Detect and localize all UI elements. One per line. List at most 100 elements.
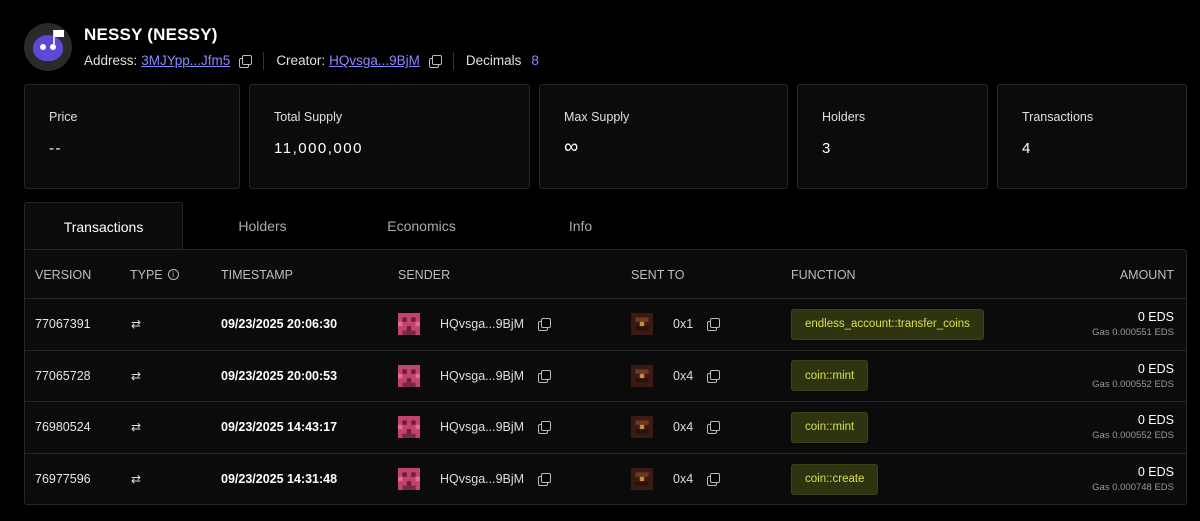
gas-value: Gas 0.000552 EDS	[1092, 378, 1174, 390]
function-badge[interactable]: coin::mint	[791, 411, 869, 443]
type-arrows-icon: ⇄	[131, 420, 142, 435]
row-sent-to[interactable]: 0x4	[631, 351, 721, 402]
tab-info[interactable]: Info	[501, 202, 660, 250]
tab-bar: Transactions Holders Economics Info	[24, 202, 660, 250]
stat-transactions: Transactions 4	[997, 84, 1187, 189]
gas-value: Gas 0.000748 EDS	[1092, 481, 1174, 493]
col-sent-to: SENT TO	[631, 267, 685, 282]
row-amount: 0 EDS Gas 0.000748 EDS	[1092, 465, 1174, 493]
stat-max-supply: Max Supply ∞	[539, 84, 788, 189]
copy-sender-icon[interactable]	[538, 318, 552, 332]
row-sender[interactable]: HQvsga...9BjM	[398, 299, 552, 350]
row-sender[interactable]: HQvsga...9BjM	[398, 402, 552, 453]
stat-value: 11,000,000	[274, 140, 363, 157]
copy-recipient-icon[interactable]	[707, 421, 721, 435]
copy-recipient-icon[interactable]	[707, 369, 721, 383]
stat-value: 4	[1022, 140, 1032, 157]
row-sent-to[interactable]: 0x4	[631, 402, 721, 453]
address-link[interactable]: 3MJYpp...Jfm5	[141, 53, 230, 68]
decimals-value: 8	[531, 53, 539, 68]
table-row[interactable]: 77065728 ⇄ 09/23/2025 20:00:53 HQvsga...…	[25, 351, 1186, 402]
sender-address[interactable]: HQvsga...9BjM	[440, 420, 524, 434]
function-badge[interactable]: coin::create	[791, 463, 879, 495]
sender-avatar-icon	[398, 313, 420, 336]
type-arrows-icon: ⇄	[131, 368, 142, 383]
row-version[interactable]: 76977596	[35, 454, 91, 505]
row-amount: 0 EDS Gas 0.000552 EDS	[1092, 413, 1174, 441]
decimals-label: Decimals	[465, 53, 522, 68]
token-title: NESSY (NESSY)	[84, 24, 218, 44]
row-timestamp: 09/23/2025 14:31:48	[221, 472, 338, 487]
row-timestamp: 09/23/2025 20:06:30	[221, 317, 338, 332]
copy-recipient-icon[interactable]	[707, 473, 721, 487]
row-function: coin::mint	[791, 402, 869, 453]
recipient-address[interactable]: 0x4	[673, 472, 693, 486]
amount-value: 0 EDS	[1137, 361, 1174, 376]
stat-label: Transactions	[1022, 110, 1094, 124]
tab-holders[interactable]: Holders	[183, 202, 342, 250]
creator-link[interactable]: HQvsga...9BjM	[329, 53, 420, 68]
row-version[interactable]: 76980524	[35, 402, 91, 453]
sender-address[interactable]: HQvsga...9BjM	[440, 317, 524, 331]
stat-value: ∞	[564, 136, 580, 158]
sender-avatar-icon	[398, 416, 420, 439]
function-badge[interactable]: endless_account::transfer_coins	[791, 308, 984, 340]
info-icon[interactable]: i	[167, 269, 179, 280]
stat-label: Price	[49, 110, 78, 124]
stat-value: 3	[822, 140, 832, 157]
stat-holders: Holders 3	[797, 84, 988, 189]
row-sent-to[interactable]: 0x1	[631, 299, 721, 350]
row-amount: 0 EDS Gas 0.000551 EDS	[1092, 310, 1174, 338]
table-row[interactable]: 76980524 ⇄ 09/23/2025 14:43:17 HQvsga...…	[25, 402, 1186, 454]
row-timestamp: 09/23/2025 14:43:17	[221, 420, 338, 435]
recipient-address[interactable]: 0x4	[673, 420, 693, 434]
row-sent-to[interactable]: 0x4	[631, 454, 721, 505]
divider	[263, 51, 265, 70]
recipient-address[interactable]: 0x1	[673, 317, 693, 331]
sender-avatar-icon	[398, 468, 420, 491]
copy-creator-icon[interactable]	[428, 54, 442, 68]
row-sender[interactable]: HQvsga...9BjM	[398, 454, 552, 505]
stat-price: Price --	[24, 84, 240, 189]
table-row[interactable]: 76977596 ⇄ 09/23/2025 14:31:48 HQvsga...…	[25, 454, 1186, 505]
sender-address[interactable]: HQvsga...9BjM	[440, 369, 524, 383]
col-type-label: TYPE	[130, 267, 163, 282]
divider	[452, 51, 454, 70]
copy-sender-icon[interactable]	[538, 473, 552, 487]
recipient-avatar-icon	[631, 364, 653, 387]
row-function: coin::create	[791, 454, 879, 505]
table-row[interactable]: 77067391 ⇄ 09/23/2025 20:06:30 HQvsga...…	[25, 299, 1186, 351]
gas-value: Gas 0.000551 EDS	[1092, 327, 1174, 338]
row-function: endless_account::transfer_coins	[791, 299, 984, 350]
row-version[interactable]: 77065728	[35, 351, 91, 402]
row-version[interactable]: 77067391	[35, 299, 91, 350]
tab-economics[interactable]: Economics	[342, 202, 501, 250]
col-timestamp: TIMESTAMP	[221, 267, 293, 282]
col-function: FUNCTION	[791, 267, 856, 282]
sender-address[interactable]: HQvsga...9BjM	[440, 472, 524, 486]
table-header: VERSION TYPE i TIMESTAMP SENDER SENT TO …	[25, 250, 1186, 299]
stat-total-supply: Total Supply 11,000,000	[249, 84, 530, 189]
row-sender[interactable]: HQvsga...9BjM	[398, 351, 552, 402]
type-arrows-icon: ⇄	[131, 472, 142, 487]
stat-label: Max Supply	[564, 110, 630, 124]
col-sender: SENDER	[398, 267, 451, 282]
copy-sender-icon[interactable]	[538, 369, 552, 383]
gas-value: Gas 0.000552 EDS	[1092, 430, 1174, 441]
recipient-address[interactable]: 0x4	[673, 369, 693, 383]
transactions-table: VERSION TYPE i TIMESTAMP SENDER SENT TO …	[24, 249, 1187, 505]
copy-address-icon[interactable]	[239, 54, 253, 68]
function-badge[interactable]: coin::mint	[791, 360, 869, 392]
tab-transactions[interactable]: Transactions	[24, 202, 183, 250]
copy-recipient-icon[interactable]	[707, 318, 721, 332]
recipient-avatar-icon	[631, 468, 653, 491]
row-timestamp: 09/23/2025 20:00:53	[221, 368, 338, 383]
col-type: TYPE i	[130, 250, 179, 299]
amount-value: 0 EDS	[1137, 310, 1174, 324]
copy-sender-icon[interactable]	[538, 421, 552, 435]
type-arrows-icon: ⇄	[131, 317, 142, 332]
address-label: Address:	[84, 53, 138, 68]
col-amount: AMOUNT	[1119, 267, 1174, 282]
amount-value: 0 EDS	[1137, 413, 1174, 427]
table-body: 77067391 ⇄ 09/23/2025 20:06:30 HQvsga...…	[25, 299, 1186, 505]
